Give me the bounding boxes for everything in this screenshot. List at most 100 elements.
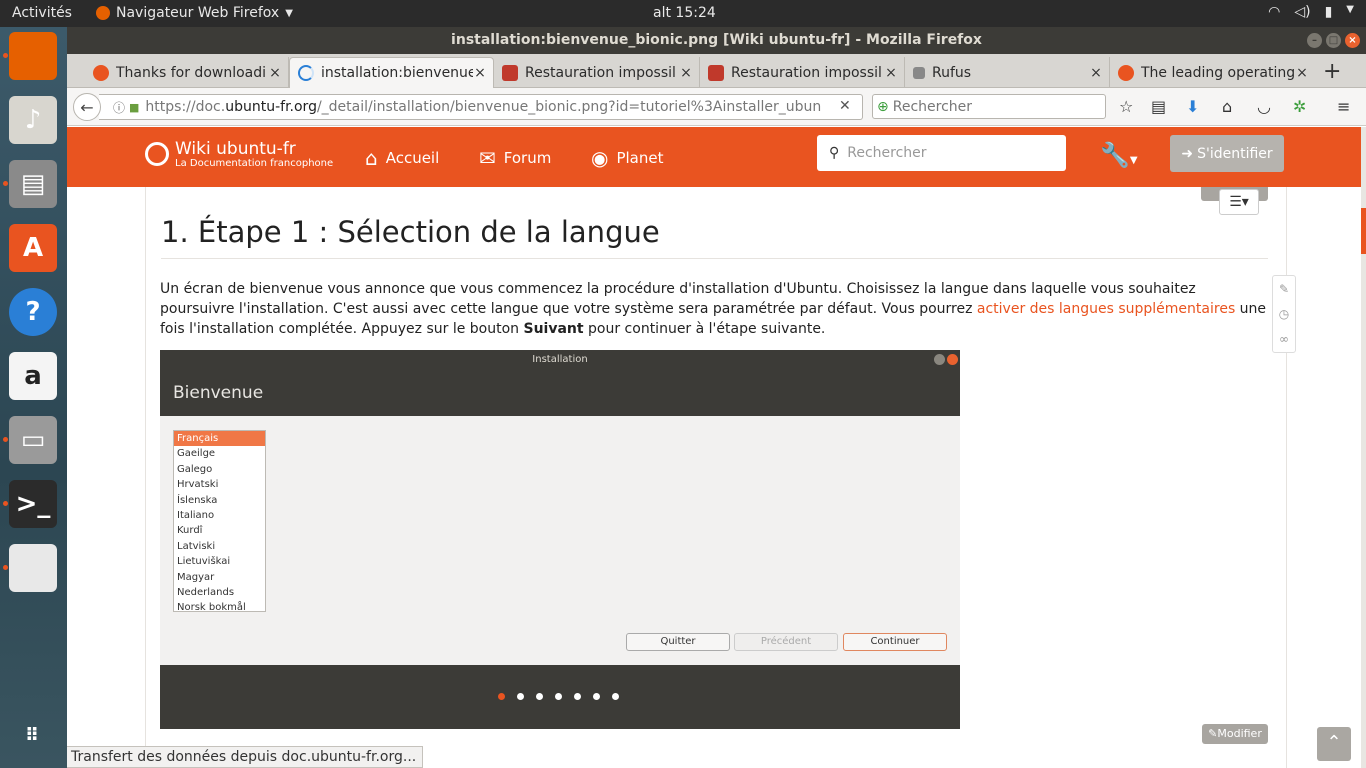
system-top-bar: Activités Navigateur Web Firefox ▼ alt 1…	[0, 0, 1366, 27]
download-icon[interactable]: ⬇	[1186, 97, 1199, 116]
lock-icon: ■	[129, 100, 140, 114]
search-input[interactable]: Rechercher	[893, 99, 972, 115]
back-button[interactable]: ←	[73, 93, 101, 121]
new-tab-icon[interactable]: +	[1323, 59, 1341, 84]
tools-wrench-icon[interactable]: 🔧▼	[1100, 141, 1138, 169]
launcher-terminal-icon[interactable]: >_	[9, 480, 57, 528]
wiki-logo[interactable]: Wiki ubuntu-fr La Documentation francoph…	[145, 140, 333, 170]
scrollbar-thumb[interactable]	[1361, 208, 1366, 254]
menu-icon[interactable]: ≡	[1337, 97, 1350, 116]
nav-forum[interactable]: ✉ Forum	[479, 146, 551, 170]
login-label: S'identifier	[1197, 145, 1273, 162]
wifi-icon[interactable]: ◠	[1268, 4, 1280, 20]
tab-restauration-2[interactable]: Restauration impossil ×	[700, 57, 905, 88]
tab-label: The leading operating	[1141, 64, 1295, 81]
launcher-files-icon[interactable]: ▤	[9, 160, 57, 208]
ubuntu-icon	[93, 64, 109, 81]
nav-accueil[interactable]: ⌂ Accueil	[365, 146, 439, 170]
reading-list-icon[interactable]: ▤	[1151, 97, 1166, 116]
tab-label: installation:bienvenue	[321, 65, 473, 81]
search-icon: ⚲	[829, 145, 840, 161]
para-text-3: pour continuer à l'étape suivante.	[583, 321, 826, 337]
home-icon[interactable]: ⌂	[1222, 97, 1232, 116]
close-tab-icon[interactable]: ×	[473, 65, 487, 81]
volume-icon[interactable]: ◁)	[1294, 4, 1310, 20]
wiki-header: Wiki ubuntu-fr La Documentation francoph…	[67, 127, 1361, 187]
divider	[161, 258, 1268, 259]
firefox-icon	[96, 6, 110, 20]
close-tab-icon[interactable]: ×	[679, 65, 693, 81]
tab-thanks[interactable]: Thanks for downloadi ×	[85, 57, 289, 88]
search-engine-icon[interactable]: ⊕	[877, 99, 889, 115]
wiki-subtitle: La Documentation francophone	[175, 158, 334, 169]
tab-ubuntu[interactable]: The leading operating ×	[1110, 57, 1315, 88]
app-menu[interactable]: Navigateur Web Firefox ▼	[96, 5, 293, 21]
extra-languages-link[interactable]: activer des langues supplémentaires	[977, 301, 1235, 317]
status-bar: Transfert des données depuis doc.ubuntu-…	[67, 746, 424, 768]
activities-button[interactable]: Activités	[12, 5, 72, 21]
progress-dot	[498, 693, 505, 700]
running-indicator	[3, 181, 8, 186]
edit-icon[interactable]: ✎	[1279, 282, 1289, 296]
arrow-left-icon: ←	[80, 97, 94, 117]
extension-icon[interactable]: ✲	[1293, 97, 1306, 116]
ubuntu-logo-icon	[145, 142, 169, 166]
launcher: ♪ ▤ A? a ▭ >_ ⠿	[0, 27, 67, 768]
login-button[interactable]: ➜ S'identifier	[1170, 135, 1284, 172]
launcher-amazon-icon[interactable]: a	[9, 352, 57, 400]
launcher-scanner-icon[interactable]: ▭	[9, 416, 57, 464]
clock[interactable]: alt 15:24	[653, 5, 716, 21]
close-icon[interactable]: ×	[1345, 33, 1360, 48]
nav-planet[interactable]: ◉ Planet	[591, 146, 663, 170]
close-tab-icon[interactable]: ×	[1295, 65, 1309, 81]
chevron-down-icon[interactable]: ▼	[1346, 4, 1354, 20]
quit-button: Quitter	[626, 633, 730, 651]
tab-label: Thanks for downloadi	[116, 64, 267, 81]
back-to-top-button[interactable]: ⌃	[1317, 727, 1351, 761]
launcher-firefox-icon[interactable]	[9, 32, 57, 80]
wiki-search-input[interactable]: ⚲ Rechercher	[817, 135, 1066, 171]
link-icon[interactable]: ∞	[1279, 332, 1289, 346]
installer-screenshot: Installation Bienvenue Français Gaeilge Ga…	[160, 350, 960, 729]
installer-header: Bienvenue	[160, 370, 960, 416]
edit-section-button[interactable]: ✎Modifier	[1202, 724, 1268, 744]
url-text[interactable]: https://doc.ubuntu-fr.org/_detail/instal…	[145, 99, 835, 115]
history-icon[interactable]: ◷	[1279, 307, 1289, 321]
language-item: Lietuviškai	[177, 556, 231, 568]
tab-installation[interactable]: installation:bienvenue ×	[289, 57, 494, 88]
info-icon[interactable]: ⓘ	[113, 99, 125, 116]
progress-dot	[555, 693, 562, 700]
progress-dot	[574, 693, 581, 700]
tab-label: Rufus	[932, 64, 972, 81]
launcher-text-editor-icon[interactable]	[9, 544, 57, 592]
nav-label: Accueil	[385, 149, 440, 167]
maximize-icon[interactable]: □	[1326, 33, 1341, 48]
toc-button[interactable]: ☰▾	[1219, 189, 1259, 215]
launcher-rhythmbox-icon[interactable]: ♪	[9, 96, 57, 144]
chevron-up-icon: ⌃	[1326, 732, 1342, 753]
tab-restauration-1[interactable]: Restauration impossil ×	[494, 57, 700, 88]
close-tab-icon[interactable]: ×	[1089, 65, 1103, 81]
url-bar[interactable]: ⓘ ■ https://doc.ubuntu-fr.org/_detail/in…	[99, 94, 863, 120]
launcher-help-icon[interactable]: ?	[9, 288, 57, 336]
show-applications-icon[interactable]: ⠿	[9, 711, 57, 759]
language-item: Hrvatski	[177, 479, 219, 491]
language-item: Íslenska	[177, 494, 218, 506]
chat-icon: ✉	[479, 146, 496, 170]
pocket-icon[interactable]: ◡	[1257, 97, 1271, 116]
bookmark-star-icon[interactable]: ☆	[1119, 97, 1133, 116]
launcher-software-center-icon[interactable]: A	[9, 224, 57, 272]
tab-rufus[interactable]: Rufus ×	[905, 57, 1110, 88]
running-indicator	[3, 53, 8, 58]
close-tab-icon[interactable]: ×	[884, 65, 898, 81]
battery-icon[interactable]: ▮	[1325, 4, 1333, 20]
close-tab-icon[interactable]: ×	[268, 65, 282, 81]
system-tray[interactable]: ◠ ◁) ▮ ▼	[1268, 4, 1354, 20]
clear-url-icon[interactable]: ✕	[839, 98, 851, 114]
window-title-bar: installation:bienvenue_bionic.png [Wiki …	[67, 27, 1366, 54]
search-bar[interactable]: ⊕ Rechercher	[872, 94, 1106, 119]
minimize-icon[interactable]: –	[1307, 33, 1322, 48]
running-indicator	[3, 565, 8, 570]
url-prefix: https://doc.	[145, 99, 226, 115]
language-list: Français Gaeilge Galego Hrvatski Íslenska Ita…	[173, 430, 266, 613]
